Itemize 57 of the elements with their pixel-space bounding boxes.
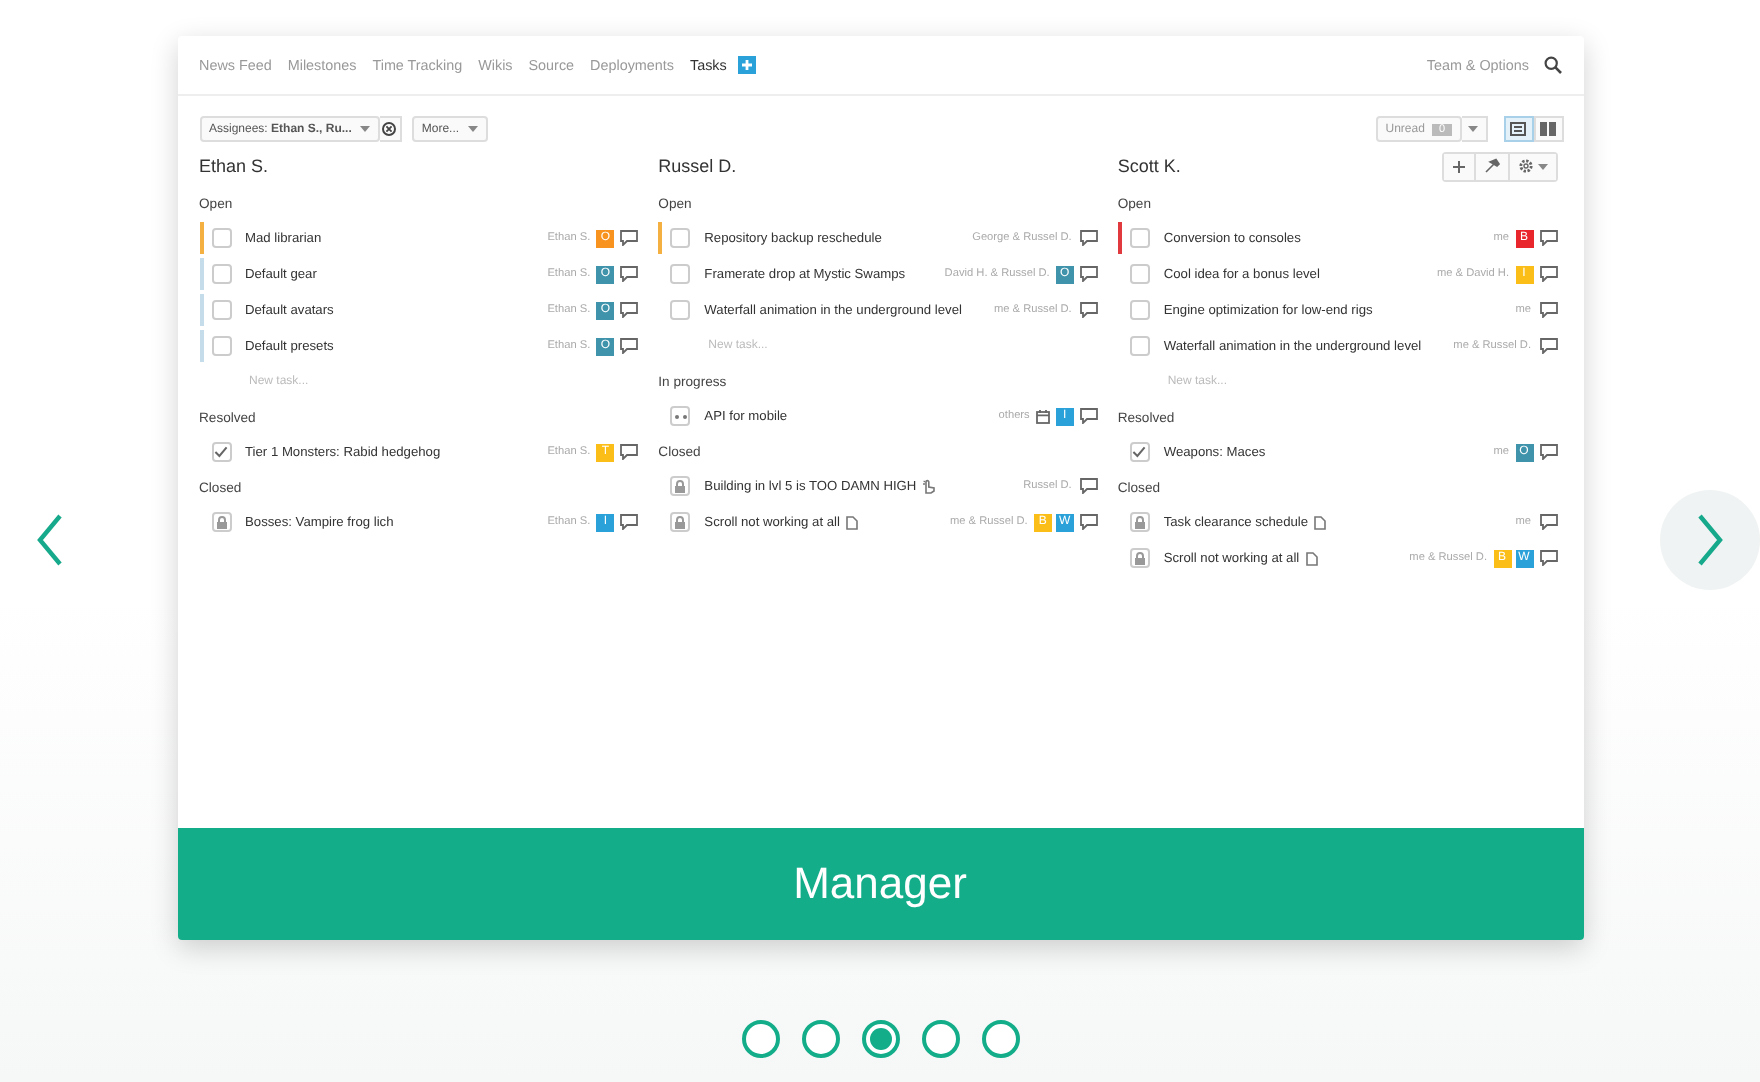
task-checkbox[interactable] [211, 264, 231, 284]
task-checkbox[interactable] [211, 300, 231, 320]
task-checkbox[interactable] [670, 300, 691, 320]
page-dot[interactable] [801, 1020, 839, 1058]
lock-icon[interactable] [1129, 548, 1150, 568]
lock-icon[interactable] [670, 512, 691, 532]
task-checkbox[interactable] [211, 228, 231, 248]
column-title: Russel D. [658, 156, 739, 176]
progress-icon[interactable] [670, 406, 691, 426]
title-banner: Manager [177, 828, 1583, 940]
comment-icon[interactable] [1539, 444, 1558, 460]
comment-icon[interactable] [1539, 338, 1558, 354]
task-checkbox[interactable] [670, 264, 691, 284]
caret-icon[interactable] [1461, 116, 1487, 142]
comment-icon[interactable] [1079, 408, 1098, 424]
settings-icon[interactable] [1509, 153, 1556, 179]
task-checkbox[interactable] [211, 442, 231, 462]
comment-icon[interactable] [620, 302, 639, 318]
lock-icon[interactable] [1129, 512, 1150, 532]
comment-icon[interactable] [620, 514, 639, 530]
comment-icon[interactable] [620, 266, 639, 282]
caret-icon [359, 126, 370, 132]
column-title: Scott K. [1117, 156, 1183, 176]
hammer-icon[interactable] [1475, 153, 1510, 179]
add-icon[interactable] [1443, 153, 1476, 179]
lock-icon[interactable] [670, 476, 691, 496]
comment-icon[interactable] [620, 444, 639, 460]
page-dot[interactable] [981, 1020, 1019, 1058]
column-title: Ethan S. [199, 156, 271, 176]
comment-icon[interactable] [1539, 550, 1558, 566]
comment-icon[interactable] [1079, 478, 1098, 494]
board-view-icon[interactable] [1533, 116, 1563, 142]
page-dot[interactable] [741, 1020, 779, 1058]
list-view-icon[interactable] [1503, 116, 1533, 142]
clear-icon[interactable] [379, 116, 402, 142]
task-checkbox[interactable] [670, 228, 691, 248]
page-dot[interactable] [921, 1020, 959, 1058]
search-icon[interactable] [1543, 56, 1561, 74]
comment-icon[interactable] [1079, 266, 1098, 282]
comment-icon[interactable] [1079, 302, 1098, 318]
page-dot[interactable] [861, 1020, 899, 1058]
task-checkbox[interactable] [1129, 336, 1150, 356]
task-checkbox[interactable] [211, 336, 231, 356]
comment-icon[interactable] [1539, 230, 1558, 246]
task-checkbox[interactable] [1129, 228, 1150, 248]
comment-icon[interactable] [1539, 266, 1558, 282]
task-checkbox[interactable] [1129, 264, 1150, 284]
lock-icon[interactable] [211, 512, 231, 532]
comment-icon[interactable] [1079, 514, 1098, 530]
comment-icon[interactable] [620, 230, 639, 246]
comment-icon[interactable] [1539, 514, 1558, 530]
comment-icon[interactable] [620, 338, 639, 354]
task-checkbox[interactable] [1129, 442, 1150, 462]
task-checkbox[interactable] [1129, 300, 1150, 320]
comment-icon[interactable] [1539, 302, 1558, 318]
comment-icon[interactable] [1079, 230, 1098, 246]
caret-icon [467, 126, 478, 132]
